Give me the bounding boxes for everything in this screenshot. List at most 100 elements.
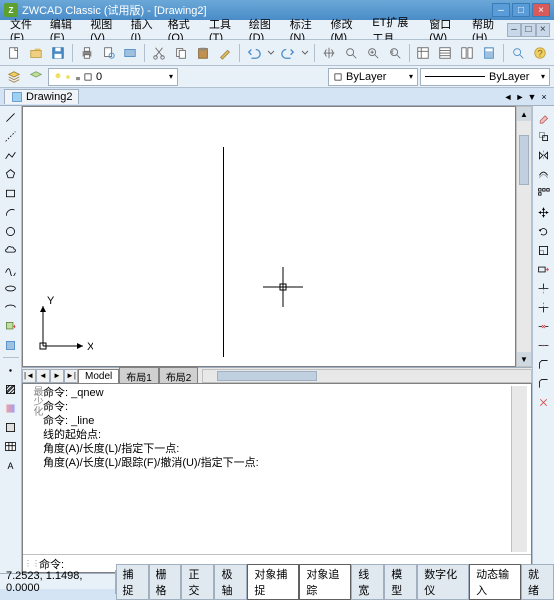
new-button[interactable] [4, 43, 24, 63]
tool-palettes-button[interactable] [457, 43, 477, 63]
scroll-up-button[interactable]: ▲ [517, 107, 531, 121]
offset-tool[interactable] [535, 165, 553, 183]
save-button[interactable] [48, 43, 68, 63]
scroll-thumb[interactable] [217, 371, 317, 381]
scroll-down-button[interactable]: ▼ [517, 352, 531, 366]
break-tool[interactable] [535, 317, 553, 335]
tab-scroll-button[interactable]: ▼ [526, 91, 538, 103]
construction-line-tool[interactable] [2, 127, 20, 145]
redo-button[interactable] [278, 43, 298, 63]
scroll-thumb[interactable] [519, 135, 529, 185]
linetype-combo[interactable]: ByLayer ▾ [420, 68, 550, 86]
layer-manager-button[interactable] [4, 67, 24, 87]
copy-tool[interactable] [535, 127, 553, 145]
explode-tool[interactable] [535, 393, 553, 411]
tab-model[interactable]: Model [78, 369, 119, 383]
revision-cloud-tool[interactable] [2, 241, 20, 259]
status-数字化仪[interactable]: 数字化仪 [417, 564, 469, 600]
document-tab[interactable]: Drawing2 [4, 89, 79, 104]
rotate-tool[interactable] [535, 222, 553, 240]
polygon-tool[interactable] [2, 165, 20, 183]
color-combo[interactable]: ByLayer ▾ [328, 68, 418, 86]
ellipse-tool[interactable] [2, 279, 20, 297]
child-maximize-button[interactable]: □ [521, 23, 535, 37]
zoom-realtime-button[interactable] [341, 43, 361, 63]
table-tool[interactable] [2, 437, 20, 455]
tab-next-button[interactable]: ► [50, 369, 64, 383]
maximize-button[interactable]: □ [512, 3, 530, 17]
circle-tool[interactable] [2, 222, 20, 240]
point-tool[interactable] [2, 361, 20, 379]
line-tool[interactable] [2, 108, 20, 126]
tab-close-button[interactable]: × [538, 91, 550, 103]
tab-layout2[interactable]: 布局2 [159, 367, 199, 385]
extend-tool[interactable] [535, 298, 553, 316]
hatch-tool[interactable] [2, 380, 20, 398]
chamfer-tool[interactable] [535, 355, 553, 373]
tab-prev-button[interactable]: ◄ [36, 369, 50, 383]
fillet-tool[interactable] [535, 374, 553, 392]
array-tool[interactable] [535, 184, 553, 202]
pan-button[interactable] [319, 43, 339, 63]
zoom-extents-button[interactable] [508, 43, 528, 63]
status-模型[interactable]: 模型 [384, 564, 417, 600]
undo-button[interactable] [244, 43, 264, 63]
open-button[interactable] [26, 43, 46, 63]
print-preview-button[interactable] [99, 43, 119, 63]
rectangle-tool[interactable] [2, 184, 20, 202]
gradient-tool[interactable] [2, 399, 20, 417]
status-栅格[interactable]: 栅格 [149, 564, 182, 600]
coordinates-display[interactable]: 7.2523, 1.1498, 0.0000 [0, 570, 116, 594]
help-button[interactable]: ? [530, 43, 550, 63]
undo-dropdown[interactable] [266, 43, 276, 63]
tab-layout1[interactable]: 布局1 [119, 367, 159, 385]
paste-button[interactable] [193, 43, 213, 63]
insert-block-tool[interactable] [2, 317, 20, 335]
join-tool[interactable] [535, 336, 553, 354]
print-button[interactable] [77, 43, 97, 63]
region-tool[interactable] [2, 418, 20, 436]
vertical-scrollbar[interactable]: ▲ ▼ [516, 106, 532, 367]
publish-button[interactable] [121, 43, 141, 63]
status-线宽[interactable]: 线宽 [351, 564, 384, 600]
spline-tool[interactable] [2, 260, 20, 278]
match-properties-button[interactable] [215, 43, 235, 63]
command-panel-handle[interactable]: 最少化 [27, 386, 43, 552]
ellipse-arc-tool[interactable] [2, 298, 20, 316]
redo-dropdown[interactable] [300, 43, 310, 63]
cut-button[interactable] [149, 43, 169, 63]
stretch-tool[interactable] [535, 260, 553, 278]
status-对象捕捉[interactable]: 对象捕捉 [247, 564, 299, 600]
make-block-tool[interactable] [2, 336, 20, 354]
status-极轴[interactable]: 极轴 [214, 564, 247, 600]
zoom-window-button[interactable] [363, 43, 383, 63]
status-动态输入[interactable]: 动态输入 [469, 564, 521, 600]
copy-button[interactable] [171, 43, 191, 63]
arc-tool[interactable] [2, 203, 20, 221]
scale-tool[interactable] [535, 241, 553, 259]
child-minimize-button[interactable]: – [507, 23, 521, 37]
status-就绪[interactable]: 就绪 [521, 564, 554, 600]
properties-button[interactable] [414, 43, 434, 63]
tab-last-button[interactable]: ►| [64, 369, 78, 383]
drawing-canvas[interactable]: Y X [22, 106, 516, 367]
child-close-button[interactable]: × [536, 23, 550, 37]
grip-icon[interactable]: ⋮⋮ [25, 557, 39, 571]
move-tool[interactable] [535, 203, 553, 221]
close-button[interactable]: × [532, 3, 550, 17]
zoom-previous-button[interactable] [385, 43, 405, 63]
layer-previous-button[interactable] [26, 67, 46, 87]
design-center-button[interactable] [435, 43, 455, 63]
command-scrollbar[interactable] [511, 386, 527, 552]
horizontal-scrollbar[interactable] [202, 369, 532, 383]
calculator-button[interactable] [479, 43, 499, 63]
erase-tool[interactable] [535, 108, 553, 126]
polyline-tool[interactable] [2, 146, 20, 164]
tab-prev-button[interactable]: ◄ [502, 91, 514, 103]
layer-combo[interactable]: 0 ▾ [48, 68, 178, 86]
mirror-tool[interactable] [535, 146, 553, 164]
tab-first-button[interactable]: |◄ [22, 369, 36, 383]
text-tool[interactable]: A [2, 456, 20, 474]
trim-tool[interactable] [535, 279, 553, 297]
status-对象追踪[interactable]: 对象追踪 [299, 564, 351, 600]
